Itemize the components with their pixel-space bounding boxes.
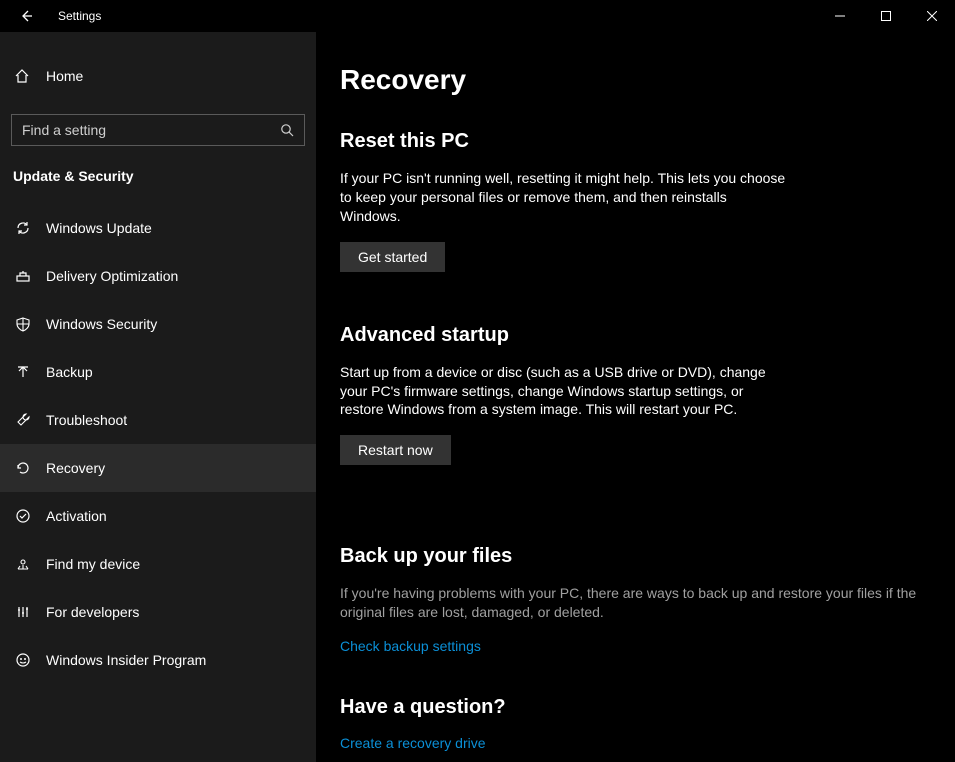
sidebar-item-troubleshoot[interactable]: Troubleshoot (0, 396, 316, 444)
sidebar-item-label: Recovery (46, 460, 105, 476)
sidebar-item-delivery-optimization[interactable]: Delivery Optimization (0, 252, 316, 300)
sidebar-item-windows-security[interactable]: Windows Security (0, 300, 316, 348)
maximize-icon (881, 11, 891, 21)
section-advanced-startup: Advanced startup Start up from a device … (340, 324, 935, 466)
section-backup-files: Back up your files If you're having prob… (340, 545, 935, 654)
sidebar-item-label: Activation (46, 508, 107, 524)
sidebar-category: Update & Security (0, 168, 316, 184)
sidebar-item-label: Delivery Optimization (46, 268, 178, 284)
sidebar-item-find-my-device[interactable]: Find my device (0, 540, 316, 588)
close-button[interactable] (909, 0, 955, 32)
advanced-title: Advanced startup (340, 324, 935, 347)
sidebar-home-label: Home (46, 68, 83, 84)
backup-icon (14, 364, 32, 380)
question-title: Have a question? (340, 696, 935, 719)
insider-icon (14, 652, 32, 668)
sidebar: Home Update & Security Windows Update De… (0, 32, 316, 762)
reset-description: If your PC isn't running well, resetting… (340, 169, 790, 226)
check-circle-icon (14, 508, 32, 524)
window-title: Settings (58, 9, 101, 23)
location-icon (14, 556, 32, 572)
sidebar-item-label: Find my device (46, 556, 140, 572)
sidebar-item-backup[interactable]: Backup (0, 348, 316, 396)
sidebar-item-windows-update[interactable]: Windows Update (0, 204, 316, 252)
sidebar-home[interactable]: Home (0, 56, 316, 96)
page-title: Recovery (340, 64, 935, 96)
home-icon (14, 68, 32, 84)
search-input[interactable] (22, 122, 280, 138)
search-icon (280, 123, 294, 137)
section-have-question: Have a question? Create a recovery drive… (340, 696, 935, 762)
maximize-button[interactable] (863, 0, 909, 32)
advanced-description: Start up from a device or disc (such as … (340, 363, 790, 420)
sidebar-item-for-developers[interactable]: For developers (0, 588, 316, 636)
wrench-icon (14, 412, 32, 428)
sync-icon (14, 220, 32, 236)
shield-icon (14, 316, 32, 332)
sidebar-item-recovery[interactable]: Recovery (0, 444, 316, 492)
search-box[interactable] (11, 114, 305, 146)
sidebar-item-activation[interactable]: Activation (0, 492, 316, 540)
restart-now-button[interactable]: Restart now (340, 435, 451, 465)
window-controls (817, 0, 955, 32)
delivery-icon (14, 268, 32, 284)
title-bar: Settings (0, 0, 955, 32)
back-arrow-icon (19, 9, 33, 23)
reset-title: Reset this PC (340, 130, 935, 153)
sidebar-item-label: Windows Security (46, 316, 157, 332)
backup-title: Back up your files (340, 545, 935, 568)
sidebar-item-label: For developers (46, 604, 139, 620)
back-button[interactable] (18, 8, 34, 24)
sidebar-item-insider-program[interactable]: Windows Insider Program (0, 636, 316, 684)
sidebar-item-label: Windows Update (46, 220, 152, 236)
close-icon (927, 11, 937, 21)
sidebar-item-label: Troubleshoot (46, 412, 127, 428)
backup-description: If you're having problems with your PC, … (340, 584, 920, 622)
developers-icon (14, 604, 32, 620)
link-create-recovery-drive[interactable]: Create a recovery drive (340, 735, 935, 751)
reset-get-started-button[interactable]: Get started (340, 242, 445, 272)
recovery-icon (14, 460, 32, 476)
check-backup-settings-link[interactable]: Check backup settings (340, 638, 935, 654)
sidebar-item-label: Windows Insider Program (46, 652, 206, 668)
sidebar-item-label: Backup (46, 364, 93, 380)
minimize-button[interactable] (817, 0, 863, 32)
minimize-icon (835, 11, 845, 21)
section-reset-pc: Reset this PC If your PC isn't running w… (340, 130, 935, 272)
content-area: Recovery Reset this PC If your PC isn't … (316, 32, 955, 762)
